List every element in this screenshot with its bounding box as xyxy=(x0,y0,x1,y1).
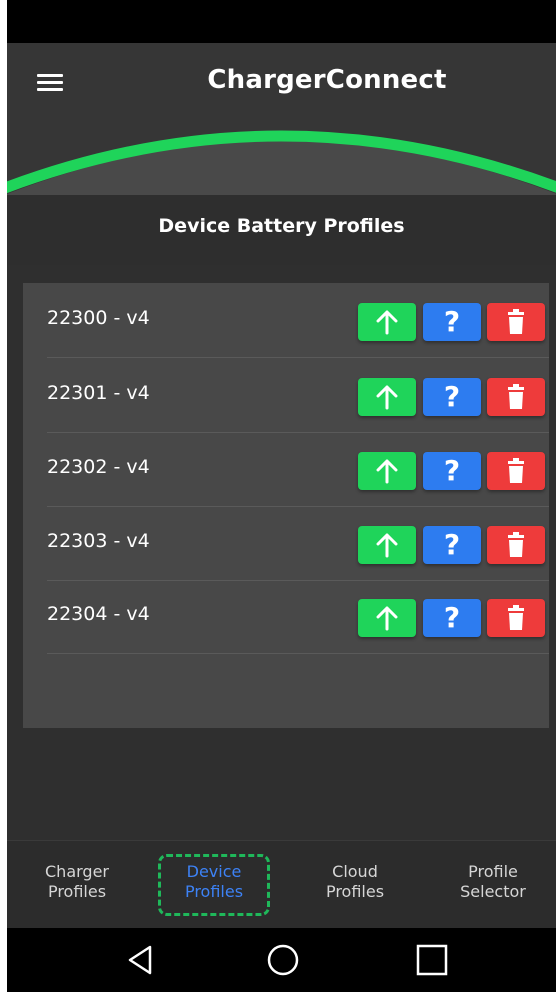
upload-button[interactable] xyxy=(358,452,416,490)
question-mark-icon: ? xyxy=(443,380,461,413)
profile-list: 22300 - v4 ? 22301 - v4 ? 22302 - v4 ? 2… xyxy=(23,283,549,728)
tab-label-line2: Profiles xyxy=(47,882,107,901)
bottom-tab-bar: Charger Profiles Device Profiles Cloud P… xyxy=(7,840,556,929)
hamburger-menu-icon[interactable] xyxy=(35,70,65,96)
tab-label-line2: Selector xyxy=(460,882,526,901)
trash-icon xyxy=(508,458,524,483)
profile-name: 22303 - v4 xyxy=(47,530,150,552)
app-screen: ChargerConnect Device Battery Profiles 2… xyxy=(7,0,556,992)
profile-row: 22300 - v4 ? xyxy=(47,283,549,358)
help-button[interactable]: ? xyxy=(423,599,481,637)
home-circle-icon[interactable] xyxy=(266,943,300,977)
tab-cloud-profiles[interactable]: Cloud Profiles xyxy=(313,862,397,902)
app-header: ChargerConnect xyxy=(7,43,556,195)
section-title: Device Battery Profiles xyxy=(158,215,405,237)
arrow-up-icon xyxy=(376,459,398,484)
trash-icon xyxy=(508,384,524,409)
tab-charger-profiles[interactable]: Charger Profiles xyxy=(35,862,119,902)
delete-button[interactable] xyxy=(487,599,545,637)
upload-button[interactable] xyxy=(358,303,416,341)
upload-button[interactable] xyxy=(358,378,416,416)
help-button[interactable]: ? xyxy=(423,378,481,416)
profile-name: 22302 - v4 xyxy=(47,456,150,478)
arrow-up-icon xyxy=(376,606,398,631)
system-navigation-bar xyxy=(7,928,556,992)
trash-icon xyxy=(508,532,524,557)
upload-button[interactable] xyxy=(358,526,416,564)
help-button[interactable]: ? xyxy=(423,303,481,341)
question-mark-icon: ? xyxy=(443,305,461,338)
profile-row: 22301 - v4 ? xyxy=(47,358,549,433)
section-header: Device Battery Profiles xyxy=(7,195,556,265)
header-accent-curve xyxy=(7,130,556,195)
tab-label-line2: Profiles xyxy=(325,882,385,901)
profile-row: 22304 - v4 ? xyxy=(47,579,549,654)
delete-button[interactable] xyxy=(487,452,545,490)
tab-label-line1: Device xyxy=(186,862,242,881)
tab-profile-selector[interactable]: Profile Selector xyxy=(451,862,535,902)
delete-button[interactable] xyxy=(487,526,545,564)
help-button[interactable]: ? xyxy=(423,526,481,564)
trash-icon xyxy=(508,309,524,334)
profile-name: 22301 - v4 xyxy=(47,382,150,404)
question-mark-icon: ? xyxy=(443,454,461,487)
arrow-up-icon xyxy=(376,310,398,335)
back-triangle-icon[interactable] xyxy=(124,943,156,977)
profile-name: 22300 - v4 xyxy=(47,307,150,329)
profile-row: 22302 - v4 ? xyxy=(47,432,549,507)
arrow-up-icon xyxy=(376,385,398,410)
tab-label-line2: Profiles xyxy=(184,882,244,901)
question-mark-icon: ? xyxy=(443,601,461,634)
tab-device-profiles[interactable]: Device Profiles xyxy=(172,862,256,902)
profile-row: 22303 - v4 ? xyxy=(47,506,549,581)
delete-button[interactable] xyxy=(487,303,545,341)
tab-label-line1: Profile xyxy=(468,862,518,881)
help-button[interactable]: ? xyxy=(423,452,481,490)
app-title: ChargerConnect xyxy=(207,65,447,95)
upload-button[interactable] xyxy=(358,599,416,637)
status-bar xyxy=(7,0,556,43)
recents-square-icon[interactable] xyxy=(415,943,449,977)
tab-label-line1: Cloud xyxy=(332,862,378,881)
arrow-up-icon xyxy=(376,533,398,558)
profile-name: 22304 - v4 xyxy=(47,603,150,625)
delete-button[interactable] xyxy=(487,378,545,416)
question-mark-icon: ? xyxy=(443,528,461,561)
tab-label-line1: Charger xyxy=(45,862,109,881)
trash-icon xyxy=(508,605,524,630)
